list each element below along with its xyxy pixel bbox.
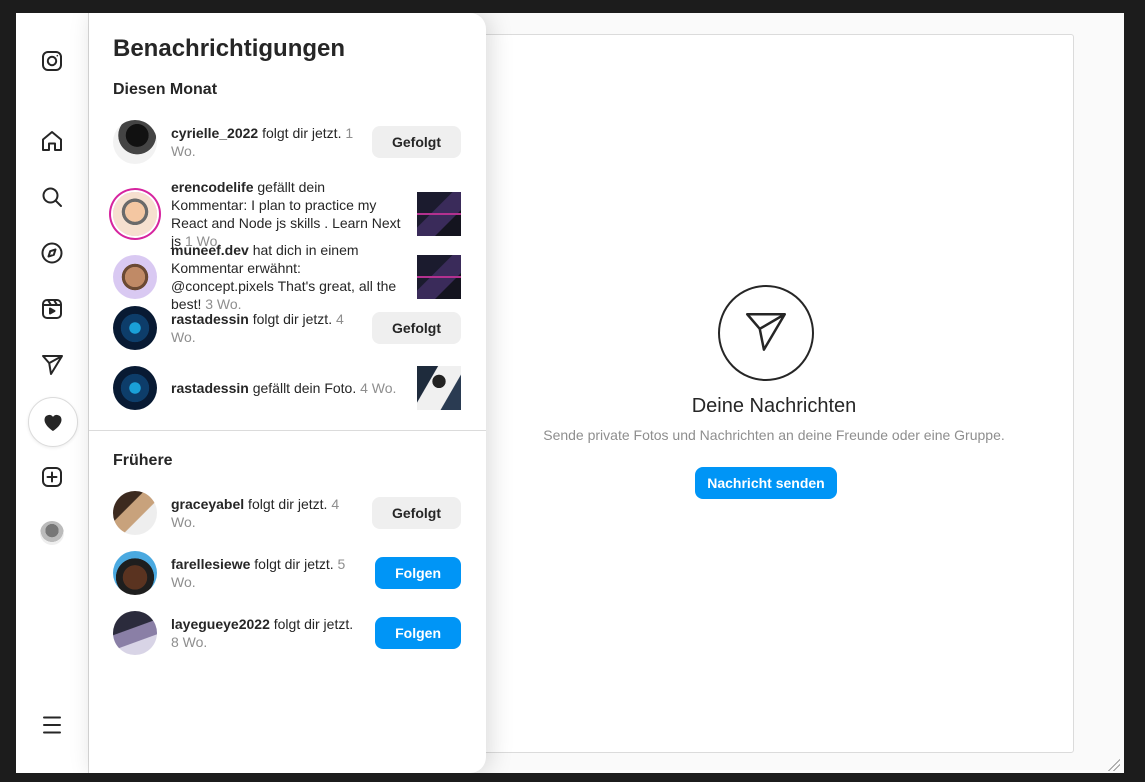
username[interactable]: farellesiewe bbox=[171, 556, 250, 572]
username[interactable]: graceyabel bbox=[171, 496, 244, 512]
menu-icon[interactable] bbox=[28, 701, 76, 749]
messages-circle bbox=[718, 285, 814, 381]
avatar[interactable] bbox=[113, 491, 157, 535]
notification-text: layegueye2022 folgt dir jetzt. 8 Wo. bbox=[171, 615, 363, 651]
avatar[interactable] bbox=[113, 192, 157, 236]
notification-item[interactable]: farellesiewe folgt dir jetzt. 5 Wo. Folg… bbox=[113, 551, 461, 595]
profile-avatar[interactable] bbox=[28, 509, 76, 557]
notification-text: rastadessin gefällt dein Foto. 4 Wo. bbox=[171, 379, 405, 397]
post-thumbnail[interactable] bbox=[417, 192, 461, 236]
avatar[interactable] bbox=[113, 366, 157, 410]
notifications-panel: Benachrichtigungen Diesen Monat cyrielle… bbox=[89, 13, 486, 773]
post-thumbnail[interactable] bbox=[417, 366, 461, 410]
timestamp: 8 Wo. bbox=[171, 634, 208, 650]
notification-message: gefällt dein Foto. bbox=[248, 380, 361, 396]
notification-message: folgt dir jetzt. bbox=[248, 311, 336, 327]
following-button[interactable]: Gefolgt bbox=[372, 126, 461, 158]
avatar[interactable] bbox=[113, 306, 157, 350]
follow-button[interactable]: Folgen bbox=[375, 617, 461, 649]
following-button[interactable]: Gefolgt bbox=[372, 312, 461, 344]
avatar[interactable] bbox=[113, 611, 157, 655]
notification-item[interactable]: cyrielle_2022 folgt dir jetzt. 1 Wo. Gef… bbox=[113, 120, 461, 164]
notification-item[interactable]: rastadessin gefällt dein Foto. 4 Wo. bbox=[113, 366, 461, 410]
home-icon[interactable] bbox=[28, 117, 76, 165]
avatar[interactable] bbox=[113, 120, 157, 164]
messages-title: Deine Nachrichten bbox=[691, 395, 857, 417]
avatar[interactable] bbox=[113, 255, 157, 299]
notification-item[interactable]: graceyabel folgt dir jetzt. 4 Wo. Gefolg… bbox=[113, 491, 461, 535]
notification-text: graceyabel folgt dir jetzt. 4 Wo. bbox=[171, 495, 360, 531]
notification-text: farellesiewe folgt dir jetzt. 5 Wo. bbox=[171, 555, 363, 591]
following-button[interactable]: Gefolgt bbox=[372, 497, 461, 529]
username[interactable]: muneef.dev bbox=[171, 242, 249, 258]
notification-message: folgt dir jetzt. bbox=[258, 125, 346, 141]
username[interactable]: cyrielle_2022 bbox=[171, 125, 258, 141]
notification-message: folgt dir jetzt. bbox=[250, 556, 338, 572]
explore-icon[interactable] bbox=[28, 229, 76, 277]
create-icon[interactable] bbox=[28, 453, 76, 501]
notification-text: cyrielle_2022 folgt dir jetzt. 1 Wo. bbox=[171, 124, 360, 160]
notification-message: folgt dir jetzt. bbox=[244, 496, 332, 512]
notification-text: erencodelife gefällt dein Kommentar: I p… bbox=[171, 178, 405, 250]
direct-icon[interactable] bbox=[28, 341, 76, 389]
notification-text: muneef.dev hat dich in einem Kommentar e… bbox=[171, 241, 405, 313]
messages-pane: Deine Nachrichten Sende private Fotos un… bbox=[474, 34, 1074, 753]
app-window: Deine Nachrichten Sende private Fotos un… bbox=[16, 13, 1124, 773]
send-message-button[interactable]: Nachricht senden bbox=[695, 467, 837, 499]
reels-icon[interactable] bbox=[28, 285, 76, 333]
notification-text: rastadessin folgt dir jetzt. 4 Wo. bbox=[171, 310, 360, 346]
section-earlier: Frühere bbox=[113, 452, 173, 469]
username[interactable]: rastadessin bbox=[171, 311, 249, 327]
avatar[interactable] bbox=[113, 551, 157, 595]
follow-button[interactable]: Folgen bbox=[375, 557, 461, 589]
resize-grip[interactable] bbox=[1108, 759, 1120, 771]
messages-subtitle: Sende private Fotos und Nachrichten an d… bbox=[543, 427, 1005, 443]
direct-icon bbox=[746, 313, 786, 351]
heart-icon[interactable] bbox=[28, 397, 78, 447]
notification-item[interactable]: erencodelife gefällt dein Kommentar: I p… bbox=[113, 178, 461, 250]
notification-item[interactable]: rastadessin folgt dir jetzt. 4 Wo. Gefol… bbox=[113, 306, 461, 350]
post-thumbnail[interactable] bbox=[417, 255, 461, 299]
username[interactable]: rastadessin bbox=[171, 380, 249, 396]
nav-rail bbox=[16, 13, 89, 773]
instagram-icon[interactable] bbox=[28, 37, 76, 85]
panel-title: Benachrichtigungen bbox=[113, 35, 346, 62]
notification-item[interactable]: muneef.dev hat dich in einem Kommentar e… bbox=[113, 241, 461, 313]
username[interactable]: erencodelife bbox=[171, 179, 253, 195]
search-icon[interactable] bbox=[28, 173, 76, 221]
section-this-month: Diesen Monat bbox=[113, 81, 218, 98]
notification-message: folgt dir jetzt. bbox=[269, 616, 354, 632]
username[interactable]: layegueye2022 bbox=[171, 616, 270, 632]
notification-item[interactable]: layegueye2022 folgt dir jetzt. 8 Wo. Fol… bbox=[113, 611, 461, 655]
timestamp: 4 Wo. bbox=[360, 380, 397, 396]
profile-avatar-image bbox=[40, 521, 64, 545]
section-divider bbox=[89, 430, 486, 431]
